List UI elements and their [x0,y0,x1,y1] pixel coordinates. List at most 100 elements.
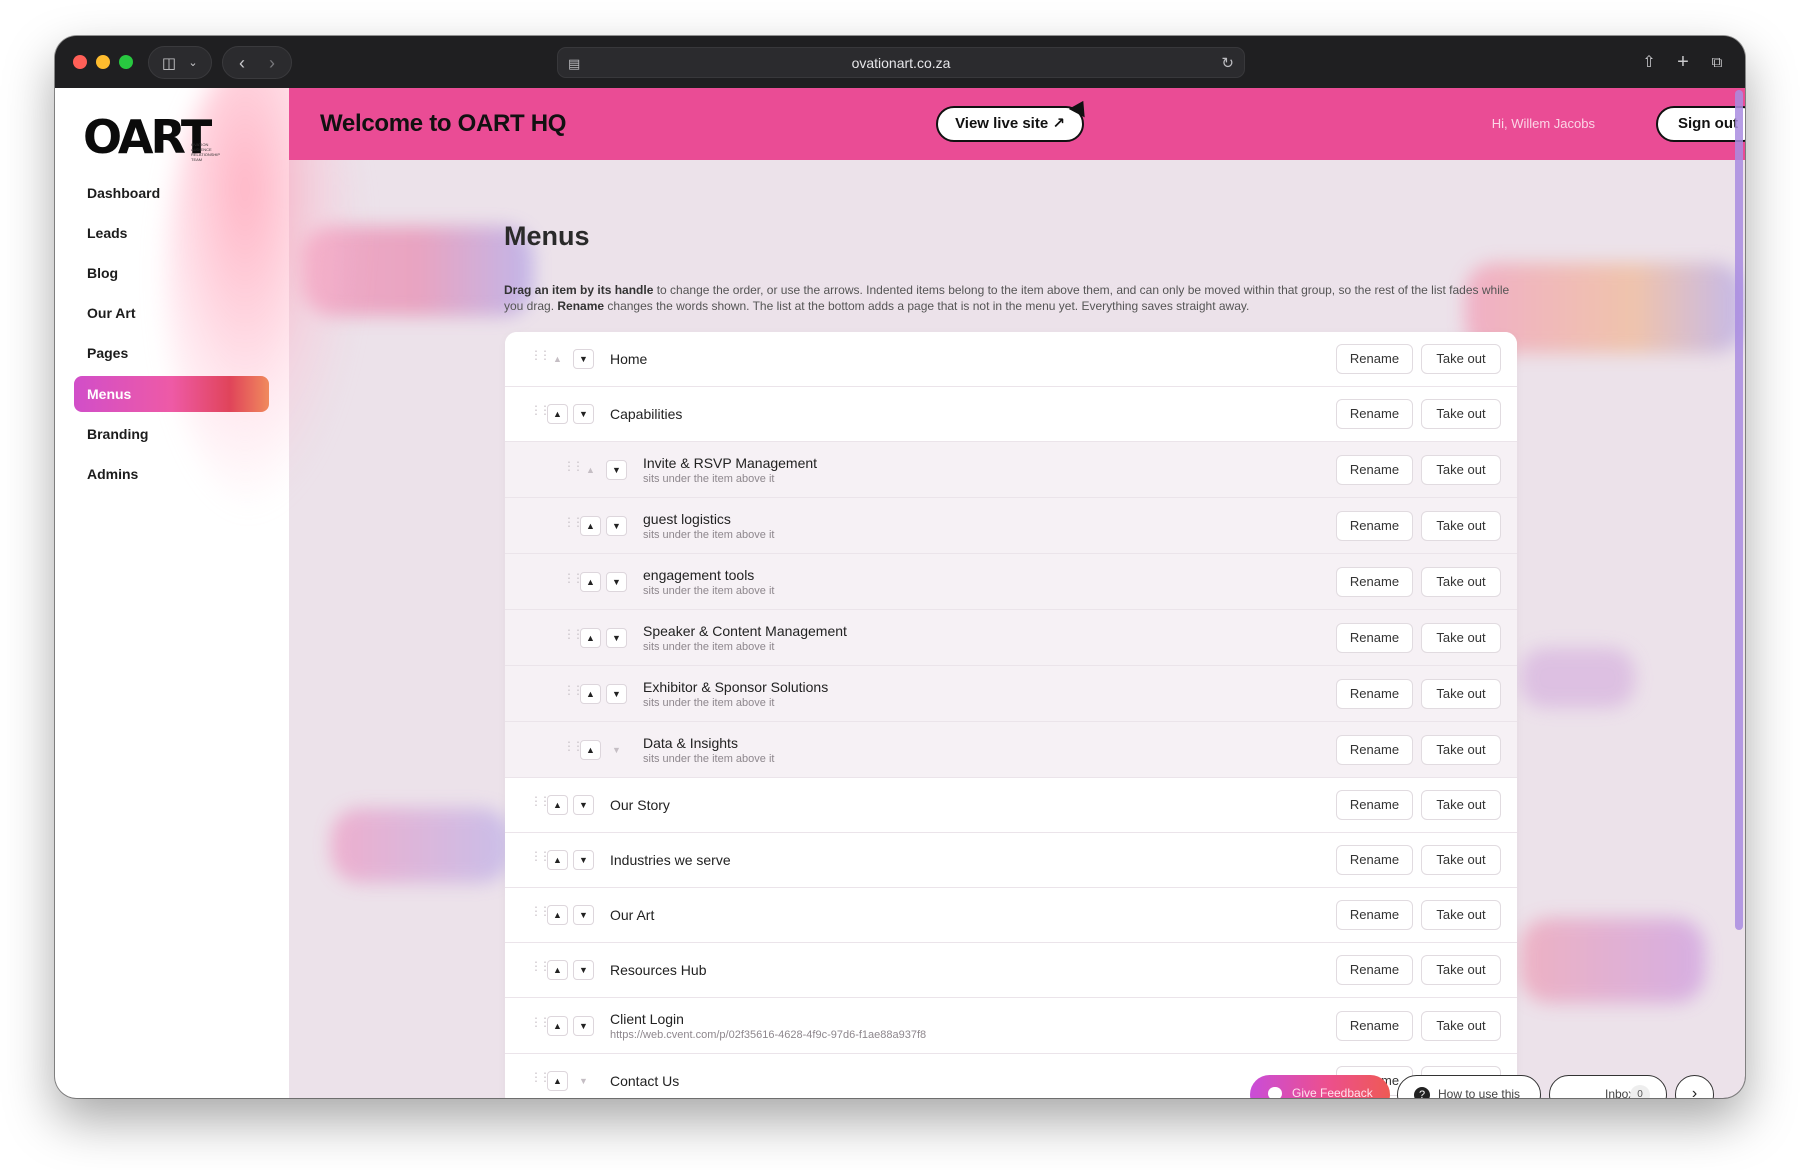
menu-item-row[interactable]: ⋮⋮ ▲ ▼ Industries we serve Rename Take out [505,833,1517,888]
rename-button[interactable]: Rename [1336,790,1413,820]
drag-handle-icon[interactable]: ⋮⋮ [530,795,551,813]
move-down-button[interactable]: ▼ [573,850,594,870]
rename-button[interactable]: Rename [1336,344,1413,374]
move-up-button[interactable]: ▲ [580,627,601,648]
menu-item-row[interactable]: ⋮⋮ ▲ ▼ Home Rename Take out [505,332,1517,387]
take-out-button[interactable]: Take out [1421,510,1501,541]
sidebar-item-leads[interactable]: Leads [74,215,269,251]
move-down-button[interactable]: ▼ [606,683,627,704]
address-bar[interactable]: ▤ ovationart.co.za ↻ [557,47,1245,78]
move-up-button[interactable]: ▲ [547,850,568,870]
take-out-button[interactable]: Take out [1421,1010,1501,1041]
drag-handle-icon[interactable]: ⋮⋮ [563,460,584,478]
sign-out-button[interactable]: Sign out [1656,106,1745,142]
move-up-button[interactable]: ▲ [547,960,568,980]
rename-button[interactable]: Rename [1336,900,1413,930]
minimize-window-button[interactable] [96,55,110,69]
move-up-button[interactable]: ▲ [580,571,601,592]
forward-icon[interactable]: › [261,47,283,80]
inbox-button[interactable]: ✉ Inbox 0 [1549,1075,1667,1098]
take-out-button[interactable]: Take out [1421,790,1501,820]
menu-item-row[interactable]: ⋮⋮ ▲ ▼ Client Login https://web.cvent.com/p/… [505,998,1517,1054]
url-text[interactable]: ovationart.co.za [558,48,1244,79]
move-up-button[interactable]: ▲ [547,1015,568,1036]
move-up-button[interactable]: ▲ [580,683,601,704]
drag-handle-icon[interactable]: ⋮⋮ [563,684,584,702]
take-out-button[interactable]: Take out [1421,622,1501,653]
drag-handle-icon[interactable]: ⋮⋮ [530,1016,551,1034]
menu-subitem-row[interactable]: ⋮⋮ ▲ ▼ engagement tools sits under the item … [505,554,1517,610]
sidebar-item-admins[interactable]: Admins [74,456,269,492]
page-scrollbar[interactable] [1735,90,1743,930]
menu-subitem-row[interactable]: ⋮⋮ ▲ ▼ guest logistics sits under the item a… [505,498,1517,554]
zoom-window-button[interactable] [119,55,133,69]
rename-button[interactable]: Rename [1336,845,1413,875]
back-icon[interactable]: ‹ [231,47,253,80]
take-out-button[interactable]: Take out [1421,566,1501,597]
rename-button[interactable]: Rename [1336,566,1413,597]
move-down-button[interactable]: ▼ [606,515,627,536]
rename-button[interactable]: Rename [1336,454,1413,485]
move-down-button[interactable]: ▼ [573,404,594,424]
sidebar-item-pages[interactable]: Pages [74,335,269,371]
drag-handle-icon[interactable]: ⋮⋮ [530,349,551,367]
close-window-button[interactable] [73,55,87,69]
new-tab-icon[interactable]: + [1672,46,1694,79]
chevron-down-icon[interactable]: ⌄ [185,47,201,80]
menu-item-row[interactable]: ⋮⋮ ▲ ▼ Our Art Rename Take out [505,888,1517,943]
how-to-use-button[interactable]: ? How to use this [1397,1075,1541,1098]
drag-handle-icon[interactable]: ⋮⋮ [563,516,584,534]
menu-subitem-row[interactable]: ⋮⋮ ▲ ▼ Exhibitor & Sponsor Solutions sits un… [505,666,1517,722]
move-down-button[interactable]: ▼ [606,459,627,480]
drag-handle-icon[interactable]: ⋮⋮ [530,404,551,422]
rename-button[interactable]: Rename [1336,734,1413,765]
menu-subitem-row[interactable]: ⋮⋮ ▲ ▼ Data & Insights sits under the item a… [505,722,1517,778]
take-out-button[interactable]: Take out [1421,734,1501,765]
take-out-button[interactable]: Take out [1421,344,1501,374]
take-out-button[interactable]: Take out [1421,399,1501,429]
move-up-button[interactable]: ▲ [547,349,568,369]
menu-item-row[interactable]: ⋮⋮ ▲ ▼ Resources Hub Rename Take out [505,943,1517,998]
drag-handle-icon[interactable]: ⋮⋮ [563,572,584,590]
move-up-button[interactable]: ▲ [580,515,601,536]
move-down-button[interactable]: ▼ [573,1071,594,1091]
sidebar-item-our-art[interactable]: Our Art [74,295,269,331]
move-down-button[interactable]: ▼ [606,571,627,592]
sidebar-toggle-group[interactable]: ◫ ⌄ [148,46,212,79]
drag-handle-icon[interactable]: ⋮⋮ [530,850,551,868]
drag-handle-icon[interactable]: ⋮⋮ [530,960,551,978]
move-up-button[interactable]: ▲ [580,460,601,480]
reload-icon[interactable]: ↻ [1221,48,1234,79]
rename-button[interactable]: Rename [1336,678,1413,709]
sidebar-item-menus[interactable]: Menus [74,376,269,412]
sidebar-item-blog[interactable]: Blog [74,255,269,291]
sidebar-icon[interactable]: ◫ [159,47,179,80]
move-up-button[interactable]: ▲ [547,795,568,815]
move-down-button[interactable]: ▼ [573,960,594,980]
move-down-button[interactable]: ▼ [573,349,594,369]
take-out-button[interactable]: Take out [1421,454,1501,485]
rename-button[interactable]: Rename [1336,1010,1413,1041]
sidebar-item-dashboard[interactable]: Dashboard [74,175,269,211]
move-down-button[interactable]: ▼ [573,905,594,925]
take-out-button[interactable]: Take out [1421,955,1501,985]
rename-button[interactable]: Rename [1336,955,1413,985]
move-down-button[interactable]: ▼ [606,627,627,648]
chevron-right-icon[interactable]: › [1675,1075,1714,1098]
menu-item-row[interactable]: ⋮⋮ ▲ ▼ Our Story Rename Take out [505,778,1517,833]
drag-handle-icon[interactable]: ⋮⋮ [563,740,584,758]
view-live-site-button[interactable]: View live site ↗ [936,106,1084,142]
tab-overview-icon[interactable]: ⧉ [1706,46,1728,79]
move-up-button[interactable]: ▲ [547,1071,568,1091]
move-down-button[interactable]: ▼ [606,740,627,760]
move-up-button[interactable]: ▲ [547,905,568,925]
give-feedback-button[interactable]: Give Feedback [1250,1075,1390,1098]
move-up-button[interactable]: ▲ [547,404,568,424]
take-out-button[interactable]: Take out [1421,845,1501,875]
drag-handle-icon[interactable]: ⋮⋮ [530,905,551,923]
drag-handle-icon[interactable]: ⋮⋮ [563,628,584,646]
sidebar-item-branding[interactable]: Branding [74,416,269,452]
move-down-button[interactable]: ▼ [573,795,594,815]
move-down-button[interactable]: ▼ [573,1015,594,1036]
menu-item-row[interactable]: ⋮⋮ ▲ ▼ Capabilities Rename Take out [505,387,1517,442]
